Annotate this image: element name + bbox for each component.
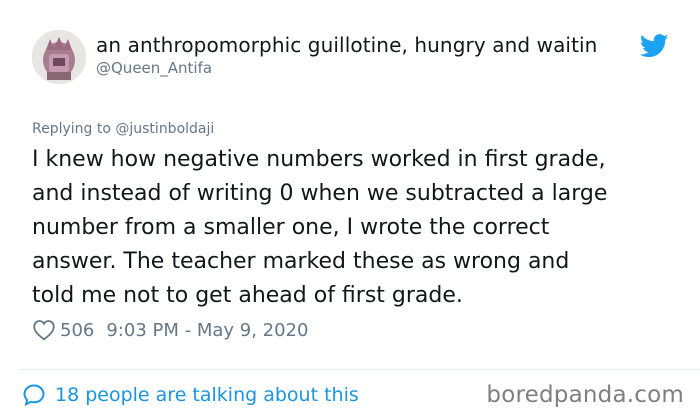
replying-to-label[interactable]: Replying to @justinboldaji [32, 120, 214, 138]
like-count[interactable]: 506 [60, 320, 94, 341]
speech-bubble-icon [22, 383, 46, 407]
tweet-card: an anthropomorphic guillotine, hungry an… [0, 0, 700, 419]
author-display-name[interactable]: an anthropomorphic guillotine, hungry an… [96, 33, 644, 57]
divider [20, 369, 700, 370]
timestamp[interactable]: 9:03 PM - May 9, 2020 [106, 320, 308, 341]
tweet-text: I knew how negative numbers worked in fi… [32, 147, 608, 308]
avatar-image [32, 30, 86, 84]
tweet-meta: 506 9:03 PM - May 9, 2020 [32, 318, 308, 342]
avatar[interactable] [32, 30, 86, 84]
twitter-bird-icon[interactable] [640, 34, 669, 58]
heart-icon[interactable] [32, 319, 56, 341]
conversation-link[interactable]: 18 people are talking about this [22, 382, 359, 408]
author-handle[interactable]: @Queen_Antifa [96, 58, 212, 78]
conversation-count-label[interactable]: 18 people are talking about this [55, 384, 359, 406]
boredpanda-watermark: boredpanda.com [486, 382, 684, 408]
